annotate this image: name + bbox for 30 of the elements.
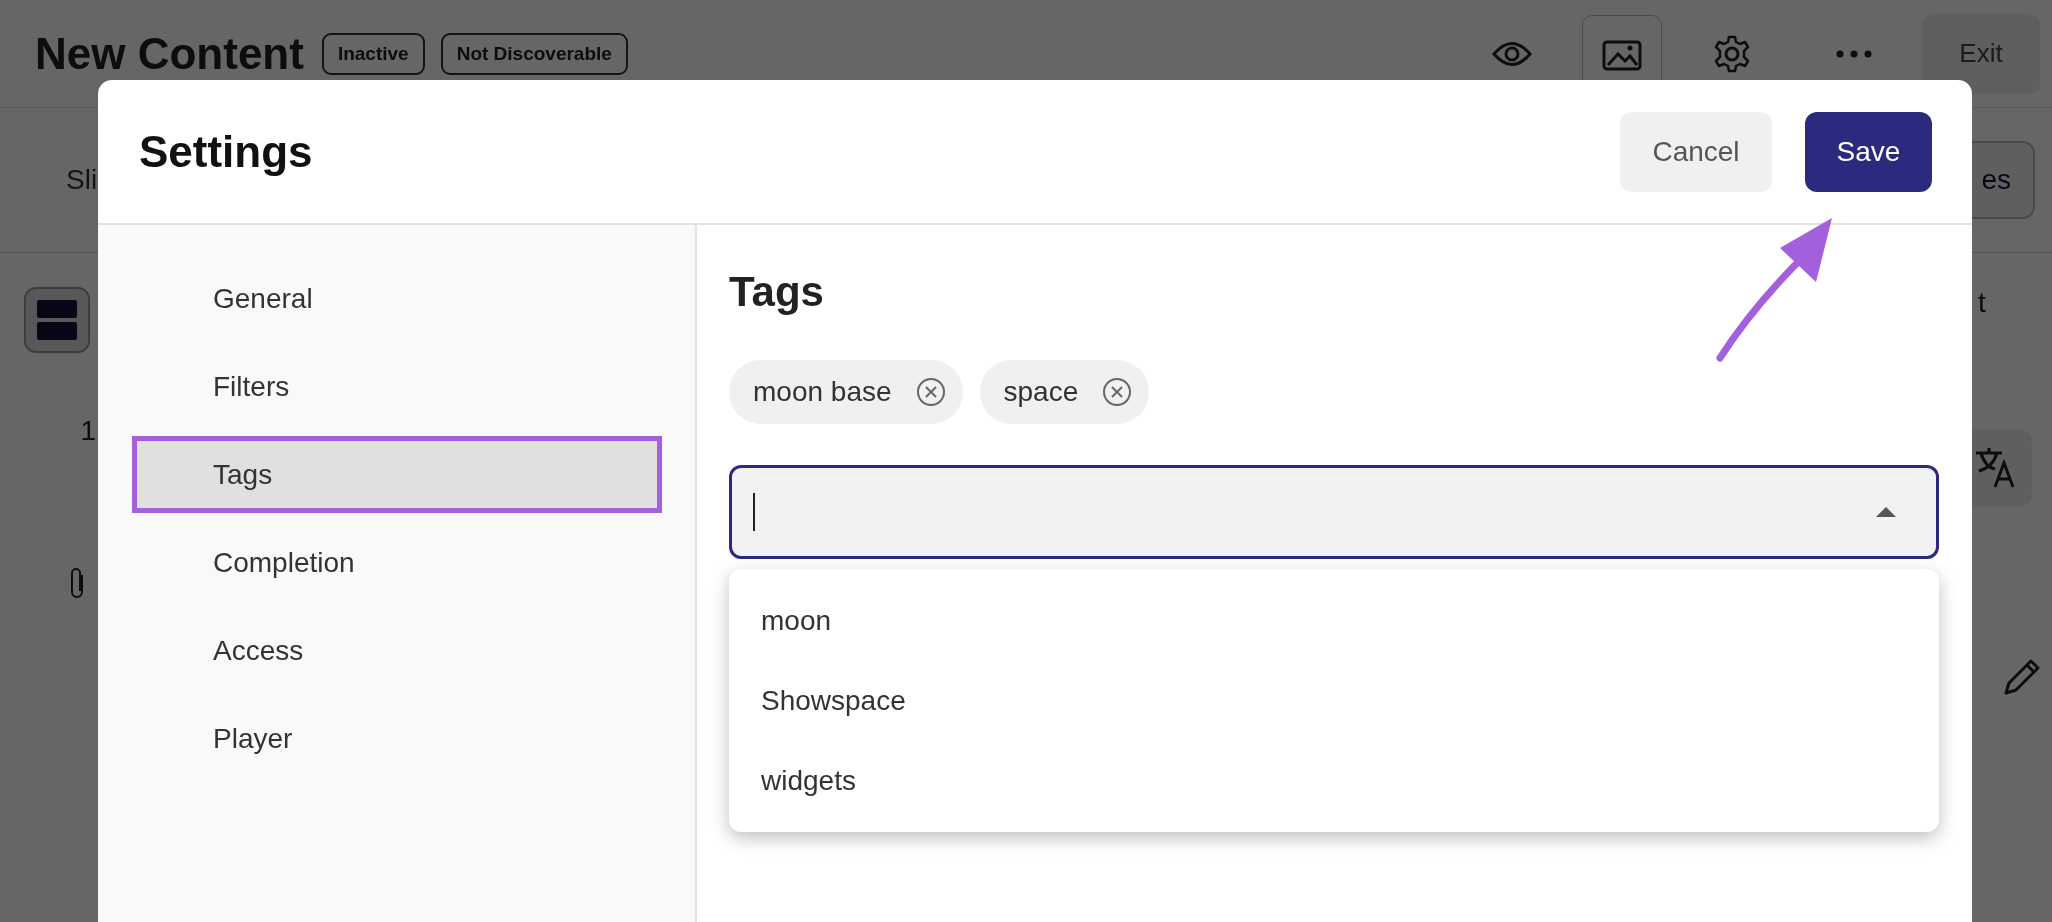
tag-label: moon base: [753, 376, 892, 408]
caret-up-icon[interactable]: [1876, 506, 1896, 518]
text-cursor: [753, 493, 755, 531]
settings-icon[interactable]: [1712, 33, 1752, 74]
save-button[interactable]: Save: [1805, 111, 1932, 192]
status-badge: Not Discoverable: [440, 32, 628, 75]
page-title: New Content: [35, 28, 304, 79]
sidebar-item[interactable]: Access: [132, 612, 662, 689]
section-title: Tags: [729, 267, 825, 317]
sidebar-item[interactable]: Tags: [132, 436, 662, 513]
cancel-button[interactable]: Cancel: [1620, 111, 1772, 192]
sidebar-item[interactable]: Filters: [132, 348, 662, 425]
layout-button[interactable]: [24, 287, 90, 353]
sidebar-item[interactable]: Player: [132, 700, 662, 777]
dropdown-option[interactable]: widgets: [729, 741, 1939, 821]
row-number: 1: [80, 415, 96, 447]
dialog-title: Settings: [139, 126, 313, 177]
more-icon[interactable]: [1836, 49, 1872, 58]
remove-icon[interactable]: [1102, 377, 1133, 407]
status-badge: Inactive: [321, 32, 425, 75]
remove-icon[interactable]: [915, 377, 946, 407]
dropdown-option[interactable]: Showspace: [729, 661, 1939, 741]
column-header: t: [1978, 287, 1986, 319]
tag-input-field[interactable]: [729, 465, 1939, 559]
tag-label: space: [1003, 376, 1079, 408]
two-rows-icon: [36, 299, 78, 341]
dropdown-option[interactable]: moon: [729, 581, 1939, 661]
pencil-icon[interactable]: [2002, 657, 2042, 697]
sidebar-item[interactable]: General: [132, 260, 662, 337]
sidebar-item[interactable]: Completion: [132, 524, 662, 601]
